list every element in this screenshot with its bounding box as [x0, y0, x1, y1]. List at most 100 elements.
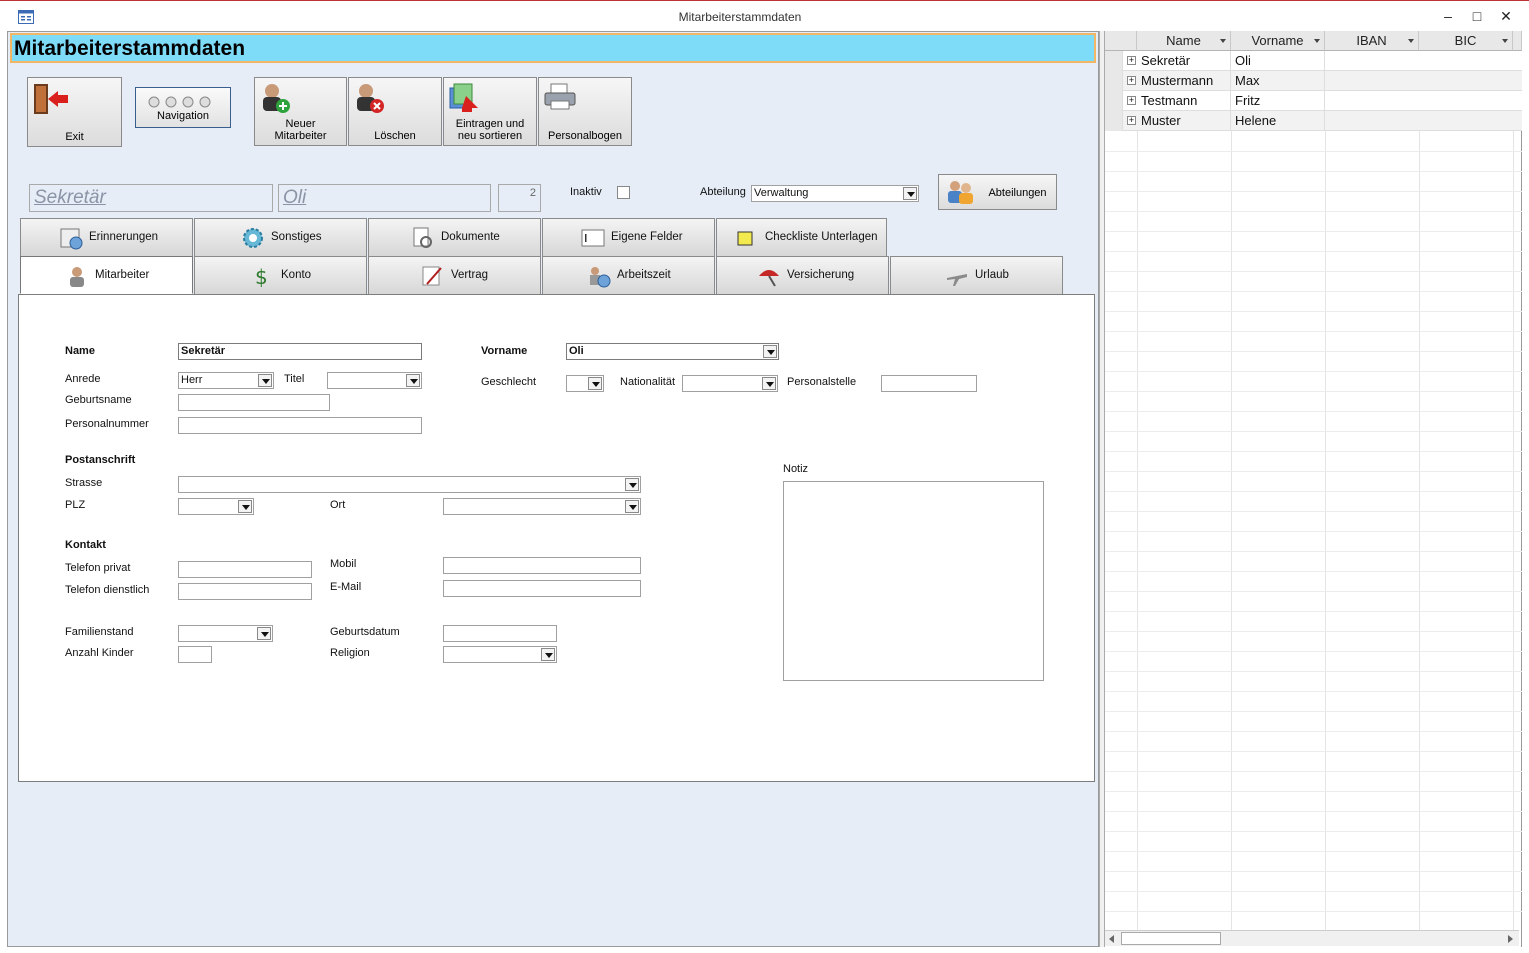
chevron-down-icon[interactable] — [762, 377, 776, 390]
telefon-dienstlich-label: Telefon dienstlich — [65, 584, 150, 596]
expand-plus-icon[interactable]: + — [1127, 96, 1136, 105]
ort-select[interactable] — [443, 498, 641, 515]
vorname-select[interactable]: Oli — [566, 343, 779, 360]
column-header-name[interactable]: Name — [1137, 31, 1231, 51]
tab-mitarbeiter[interactable]: Mitarbeiter — [20, 256, 193, 294]
maximize-button[interactable]: □ — [1466, 6, 1488, 26]
telefon-dienstlich-field[interactable] — [178, 583, 312, 600]
name-field[interactable]: Sekretär — [178, 343, 422, 360]
chevron-down-icon[interactable] — [588, 377, 602, 390]
religion-select[interactable] — [443, 646, 557, 663]
strasse-select[interactable] — [178, 476, 641, 493]
cell-name[interactable]: Sekretär — [1137, 51, 1231, 71]
select-all-corner[interactable] — [1105, 31, 1137, 51]
personalbogen-button[interactable]: Personalbogen — [538, 77, 632, 146]
notiz-textarea[interactable] — [783, 481, 1044, 681]
cell-name[interactable]: Testmann — [1137, 91, 1231, 111]
chevron-down-icon[interactable] — [625, 500, 639, 513]
personalnummer-field[interactable] — [178, 417, 422, 434]
scroll-thumb[interactable] — [1121, 932, 1221, 945]
close-button[interactable]: ✕ — [1495, 6, 1517, 26]
delete-button[interactable]: Löschen — [348, 77, 442, 146]
new-employee-label-2: Mitarbeiter — [274, 130, 327, 142]
sort-arrow-icon[interactable] — [1314, 39, 1320, 43]
inaktiv-checkbox[interactable] — [617, 186, 630, 199]
cell-vorname[interactable]: Fritz — [1231, 91, 1325, 111]
tab-konto[interactable]: $ Konto — [194, 256, 367, 294]
sort-arrow-icon[interactable] — [1502, 39, 1508, 43]
departments-people-icon — [948, 181, 973, 204]
chevron-down-icon[interactable] — [903, 187, 917, 200]
chevron-down-icon[interactable] — [625, 478, 639, 491]
anrede-select[interactable]: Herr — [178, 372, 274, 389]
cell-name[interactable]: Muster — [1137, 111, 1231, 131]
plz-select[interactable] — [178, 498, 254, 515]
exit-button[interactable]: Exit — [27, 77, 122, 147]
tab-arbeitszeit[interactable]: Arbeitszeit — [542, 256, 715, 294]
geburtsname-field[interactable] — [178, 394, 330, 411]
sort-arrow-icon[interactable] — [1220, 39, 1226, 43]
titel-select[interactable] — [327, 372, 422, 389]
table-row[interactable]: + Mustermann Max — [1105, 71, 1522, 91]
tab-erinnerungen[interactable]: Erinnerungen — [20, 218, 193, 256]
row-selector[interactable] — [1105, 111, 1123, 131]
chevron-down-icon[interactable] — [238, 500, 252, 513]
table-row[interactable]: + Sekretär Oli — [1105, 51, 1522, 71]
column-header-bic[interactable]: BIC — [1419, 31, 1513, 51]
expand-plus-icon[interactable]: + — [1127, 56, 1136, 65]
email-field[interactable] — [443, 580, 641, 597]
nationalitaet-select[interactable] — [682, 375, 778, 392]
geschlecht-select[interactable] — [566, 375, 604, 392]
form-header: Mitarbeiterstammdaten — [10, 33, 1096, 63]
expand-plus-icon[interactable]: + — [1127, 76, 1136, 85]
geburtsdatum-field[interactable] — [443, 625, 557, 642]
expand-plus-icon[interactable]: + — [1127, 116, 1136, 125]
tab-sonstiges[interactable]: Sonstiges — [194, 218, 367, 256]
column-header-more[interactable] — [1513, 31, 1522, 51]
row-selector[interactable] — [1105, 51, 1123, 71]
personalstelle-field[interactable] — [881, 375, 977, 392]
chevron-down-icon[interactable] — [763, 345, 777, 358]
mobil-field[interactable] — [443, 557, 641, 574]
minimize-button[interactable]: – — [1437, 6, 1459, 26]
save-sort-label-1: Eintragen und — [455, 118, 525, 130]
row-selector[interactable] — [1105, 71, 1123, 91]
chevron-down-icon[interactable] — [257, 627, 271, 640]
geschlecht-label: Geschlecht — [481, 376, 537, 388]
telefon-privat-field[interactable] — [178, 561, 312, 578]
personalnummer-label: Personalnummer — [65, 418, 149, 430]
cell-name[interactable]: Mustermann — [1137, 71, 1231, 91]
save-sort-button[interactable]: Eintragen und neu sortieren — [443, 77, 537, 146]
notiz-label: Notiz — [783, 463, 809, 475]
cell-vorname[interactable]: Oli — [1231, 51, 1325, 71]
chevron-down-icon[interactable] — [406, 374, 420, 387]
cell-vorname[interactable]: Max — [1231, 71, 1325, 91]
airplane-icon — [947, 274, 967, 286]
sort-arrow-icon[interactable] — [1408, 39, 1414, 43]
column-header-vorname[interactable]: Vorname — [1231, 31, 1325, 51]
tab-checkliste[interactable]: Checkliste Unterlagen — [716, 218, 887, 256]
table-row[interactable]: + Testmann Fritz — [1105, 91, 1522, 111]
documents-icon — [413, 227, 432, 248]
scroll-right-icon[interactable] — [1505, 934, 1515, 944]
tab-vertrag[interactable]: Vertrag — [368, 256, 541, 294]
cell-vorname[interactable]: Helene — [1231, 111, 1325, 131]
horizontal-scrollbar[interactable] — [1105, 930, 1519, 946]
familienstand-select[interactable] — [178, 625, 273, 642]
navigation-button[interactable]: Navigation — [135, 87, 231, 128]
tab-dokumente[interactable]: Dokumente — [368, 218, 541, 256]
chevron-down-icon[interactable] — [258, 374, 272, 387]
column-header-iban[interactable]: IBAN — [1325, 31, 1419, 51]
chevron-down-icon[interactable] — [541, 648, 555, 661]
new-employee-button[interactable]: Neuer Mitarbeiter — [254, 77, 347, 146]
tab-versicherung[interactable]: Versicherung — [716, 256, 889, 294]
row-selector[interactable] — [1105, 91, 1123, 111]
table-row[interactable]: + Muster Helene — [1105, 111, 1522, 131]
abteilung-select[interactable]: Verwaltung — [751, 185, 919, 202]
scroll-left-icon[interactable] — [1107, 934, 1117, 944]
anzahl-kinder-field[interactable] — [178, 646, 212, 663]
abteilung-value: Verwaltung — [754, 187, 809, 199]
tab-urlaub[interactable]: Urlaub — [890, 256, 1063, 294]
tab-eigene-felder[interactable]: Eigene Felder — [542, 218, 715, 256]
abteilungen-button[interactable]: Abteilungen — [938, 174, 1057, 210]
